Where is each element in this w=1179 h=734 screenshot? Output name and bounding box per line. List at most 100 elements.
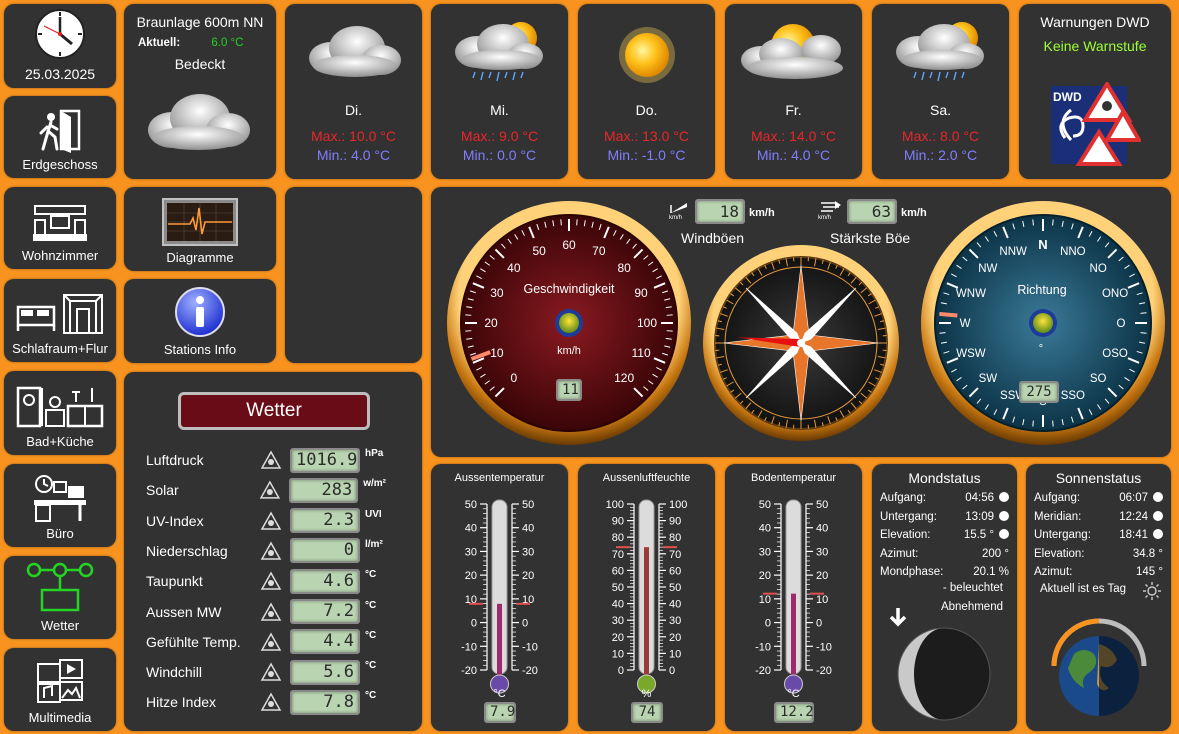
thermo-tick-label-left: 50 xyxy=(465,499,477,511)
wetter-title-banner: Wetter xyxy=(178,392,370,430)
thermo-tick-label-left: 20 xyxy=(612,632,624,644)
current-weather-tile: Braunlage 600m NN Aktuell: 6.0 °C Bedeck… xyxy=(124,4,276,179)
nav-wohnzimmer[interactable]: Wohnzimmer xyxy=(4,187,116,269)
nav-bad-kueche[interactable]: Bad+Küche xyxy=(4,371,116,455)
thermo-tick-label-left: 40 xyxy=(465,523,477,535)
wetter-row-value: 283 xyxy=(288,477,359,503)
wind-direction-gauge: NNNONOONOOOSOSOSSOSSSWSWWSWWWNWNWNNW xyxy=(921,201,1165,445)
direction-tick xyxy=(1140,312,1147,314)
wetter-row: Aussen MW 7.2 °C xyxy=(146,598,386,626)
uv-icon xyxy=(260,511,282,530)
sun-row-value: 06:07 xyxy=(1119,492,1148,504)
nav-wetter-label: Wetter xyxy=(40,618,80,633)
info-icon xyxy=(175,287,225,337)
speed-tick-label: 0 xyxy=(511,371,518,385)
nav-schlafraum-flur[interactable]: Schlafraum+Flur xyxy=(4,279,116,362)
earth-day-night-icon xyxy=(1051,618,1147,716)
clock-icon xyxy=(999,492,1009,502)
wetter-row: Niederschlag 0 l/m² xyxy=(146,537,386,565)
aktuell-temperature: 6.0 °C xyxy=(211,37,244,49)
wetter-row-unit: UVI xyxy=(365,508,382,520)
direction-label: WSW xyxy=(956,348,986,360)
sun-title: Sonnenstatus xyxy=(1055,470,1142,486)
forecast-day-2: Mi. Max.: 9.0 °C Min.: 0.0 °C xyxy=(431,4,568,179)
thermo-tick-label-left: 30 xyxy=(612,615,624,627)
thermo-tick-label-left: 100 xyxy=(606,499,624,511)
rain-gauge-icon xyxy=(260,541,282,560)
forecast-day-1-max: Max.: 10.0 °C xyxy=(311,128,396,144)
thermo-tick-label-left: 50 xyxy=(612,582,624,594)
stations-info-button[interactable]: Stations Info xyxy=(124,279,276,363)
wetter-row-unit: °C xyxy=(365,569,377,581)
thermo-tick-label-left: 50 xyxy=(759,499,771,511)
direction-label: W xyxy=(960,318,971,330)
moon-row-value: 13:09 xyxy=(965,510,994,523)
moon-row: Untergang: 13:09 xyxy=(880,510,1009,523)
thermo-tick-label-left: 90 xyxy=(612,516,624,528)
wetter-row-value: 4.4 xyxy=(290,629,360,655)
nav-erdgeschoss[interactable]: Erdgeschoss xyxy=(4,96,116,178)
max-gust-value: 63 xyxy=(847,199,897,224)
diagramme-button[interactable]: Diagramme xyxy=(124,187,276,271)
clock-icon xyxy=(999,529,1009,539)
warnings-status: Keine Warnstufe xyxy=(1043,38,1147,54)
thermo-tick-label-right: 20 xyxy=(522,570,534,582)
thermo-tick-label-left: 80 xyxy=(612,532,624,544)
feels-like-icon xyxy=(260,632,282,651)
wetter-row-unit: °C xyxy=(365,599,377,611)
thermo-tick-label-right: 20 xyxy=(669,632,681,644)
moon-row: Aufgang: 04:56 xyxy=(880,492,1009,504)
forecast-day-5-name: Sa. xyxy=(929,102,951,118)
solar-icon xyxy=(259,480,281,499)
sun-row-value: 12:24 xyxy=(1119,510,1148,523)
compass-rose-icon xyxy=(703,245,899,441)
sun-row-label: Elevation: xyxy=(1034,547,1085,560)
speed-tick-label: 40 xyxy=(507,261,521,275)
thermo-tick-label-left: -20 xyxy=(755,665,771,677)
sun-icon xyxy=(619,27,675,83)
wind-panel: km/h 18 km/h Windböen km/h 63 km/h Stärk… xyxy=(431,187,1171,457)
direction-label: SO xyxy=(1090,373,1107,385)
wetter-row-value: 2.3 xyxy=(290,508,360,534)
nav-wetter[interactable]: Wetter xyxy=(4,556,116,639)
direction-tick xyxy=(1032,219,1034,226)
multimedia-icon xyxy=(37,659,83,703)
forecast-day-2-max: Max.: 9.0 °C xyxy=(460,128,539,144)
moon-status-tile: Mondstatus Aufgang: 04:56 Untergang: 13:09 E… xyxy=(872,464,1017,731)
thermo-tick-label-right: -10 xyxy=(522,641,538,653)
wetter-row-value: 5.6 xyxy=(290,659,360,685)
thermo-tick-label-right: 0 xyxy=(816,618,822,630)
direction-tick xyxy=(939,332,946,334)
bath-kitchen-icon xyxy=(16,386,104,428)
thermo-aussenluftfeuchte-unit: % xyxy=(641,688,652,700)
wetter-row: Gefühlte Temp. 4.4 °C xyxy=(146,628,386,656)
forecast-day-5-max: Max.: 8.0 °C xyxy=(901,128,980,144)
nav-buero[interactable]: Büro xyxy=(4,464,116,547)
thermometer-ground-temp: 50 50 40 40 30 30 20 20 10 10 0 0 -10 -10 -20 -20 xyxy=(755,499,832,694)
thermo-tick-label-left: 60 xyxy=(612,565,624,577)
living-room-icon xyxy=(33,205,87,241)
moon-row: Azimut: 200 ° xyxy=(880,548,1009,560)
direction-gauge-value: 275 xyxy=(1019,381,1059,403)
dwd-warnings-tile[interactable]: Warnungen DWD Keine Warnstufe DWD xyxy=(1019,4,1171,179)
wetter-row-unit: °C xyxy=(365,629,377,641)
thermo-tick-label-right: 0 xyxy=(522,618,528,630)
moon-phase-name: Abnehmend xyxy=(940,601,1003,613)
clock-icon xyxy=(999,510,1009,521)
max-gust-icon xyxy=(821,201,841,212)
wetter-row-unit: °C xyxy=(365,690,377,702)
thermo-aussentemperatur-unit: °C xyxy=(493,688,506,700)
wetter-row-value: 7.2 xyxy=(290,599,360,624)
wetter-values-tile: Wetter Luftdruck 1016.9 hPa Solar 283 w/m² UV-… xyxy=(124,372,422,731)
thermo-bodentemperatur-title: Bodentemperatur xyxy=(751,472,836,484)
thermo-tick-label-right: 40 xyxy=(669,599,681,611)
thermo-tick-label-right: 0 xyxy=(669,665,675,677)
thermo-aussentemperatur-title: Aussentemperatur xyxy=(454,472,545,484)
dewpoint-icon xyxy=(260,571,282,590)
forecast-day-1-min: Min.: 4.0 °C xyxy=(316,147,391,163)
nav-multimedia[interactable]: Multimedia xyxy=(4,648,116,731)
direction-label: NW xyxy=(978,263,997,275)
wind-gust-value: 18 xyxy=(695,199,745,224)
direction-gauge-title: Richtung xyxy=(1017,283,1067,297)
moon-row-value: 200 ° xyxy=(982,547,1009,560)
